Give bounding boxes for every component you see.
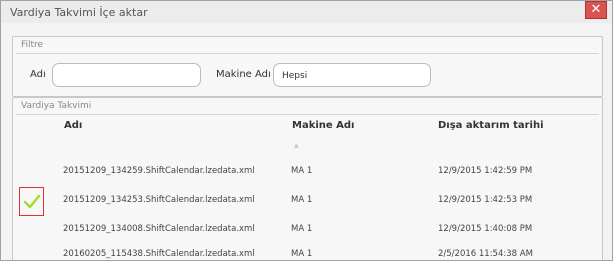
dialog-title: Vardiya Takvimi İçe aktar — [10, 6, 148, 19]
row-machine: MA 1 — [291, 249, 313, 259]
row-date: 12/9/2015 1:42:53 PM — [438, 195, 533, 205]
column-header-machine[interactable]: Makine Adı — [292, 120, 355, 131]
row-machine: MA 1 — [291, 166, 313, 176]
column-header-export-date[interactable]: Dışa aktarım tarihi — [438, 120, 544, 131]
row-date: 12/9/2015 1:40:08 PM — [438, 224, 533, 234]
close-button[interactable]: ✕ — [585, 1, 607, 19]
column-header-name[interactable]: Adı — [64, 120, 82, 131]
row-name: 20151209_134253.ShiftCalendar.lzedata.xm… — [63, 195, 255, 205]
filter-divider — [16, 53, 599, 54]
table-row[interactable]: 20151209_134008.ShiftCalendar.lzedata.xm… — [13, 216, 600, 242]
table-row[interactable]: 20151209_134259.ShiftCalendar.lzedata.xm… — [13, 158, 600, 184]
table-row-selected[interactable]: 20151209_134253.ShiftCalendar.lzedata.xm… — [13, 187, 600, 216]
calendar-heading: Vardiya Takvimi — [21, 101, 92, 111]
row-name: 20160205_115438.ShiftCalendar.lzedata.xm… — [63, 249, 255, 259]
table-row[interactable]: 20160205_115438.ShiftCalendar.lzedata.xm… — [13, 241, 600, 260]
name-label: Adı — [30, 69, 46, 80]
machine-filter-input[interactable]: Hepsi — [273, 63, 431, 87]
row-name: 20151209_134008.ShiftCalendar.lzedata.xm… — [63, 224, 255, 234]
row-name: 20151209_134259.ShiftCalendar.lzedata.xm… — [63, 166, 255, 176]
title-bar: Vardiya Takvimi İçe aktar ✕ — [1, 1, 612, 23]
sort-arrow-icon: ▲ — [294, 142, 299, 149]
filter-heading: Filtre — [21, 40, 44, 50]
row-machine: MA 1 — [291, 224, 313, 234]
close-icon: ✕ — [590, 2, 602, 17]
selection-highlight — [19, 187, 44, 216]
row-date: 12/9/2015 1:42:59 PM — [438, 166, 533, 176]
calendar-divider — [16, 114, 599, 115]
import-dialog: Vardiya Takvimi İçe aktar ✕ Filtre Adı M… — [0, 0, 613, 261]
checkmark-icon — [23, 194, 41, 209]
name-filter-input[interactable] — [52, 63, 201, 87]
row-date: 2/5/2016 11:54:38 AM — [438, 249, 533, 259]
row-machine: MA 1 — [291, 195, 313, 205]
machine-label: Makine Adı — [216, 69, 271, 80]
